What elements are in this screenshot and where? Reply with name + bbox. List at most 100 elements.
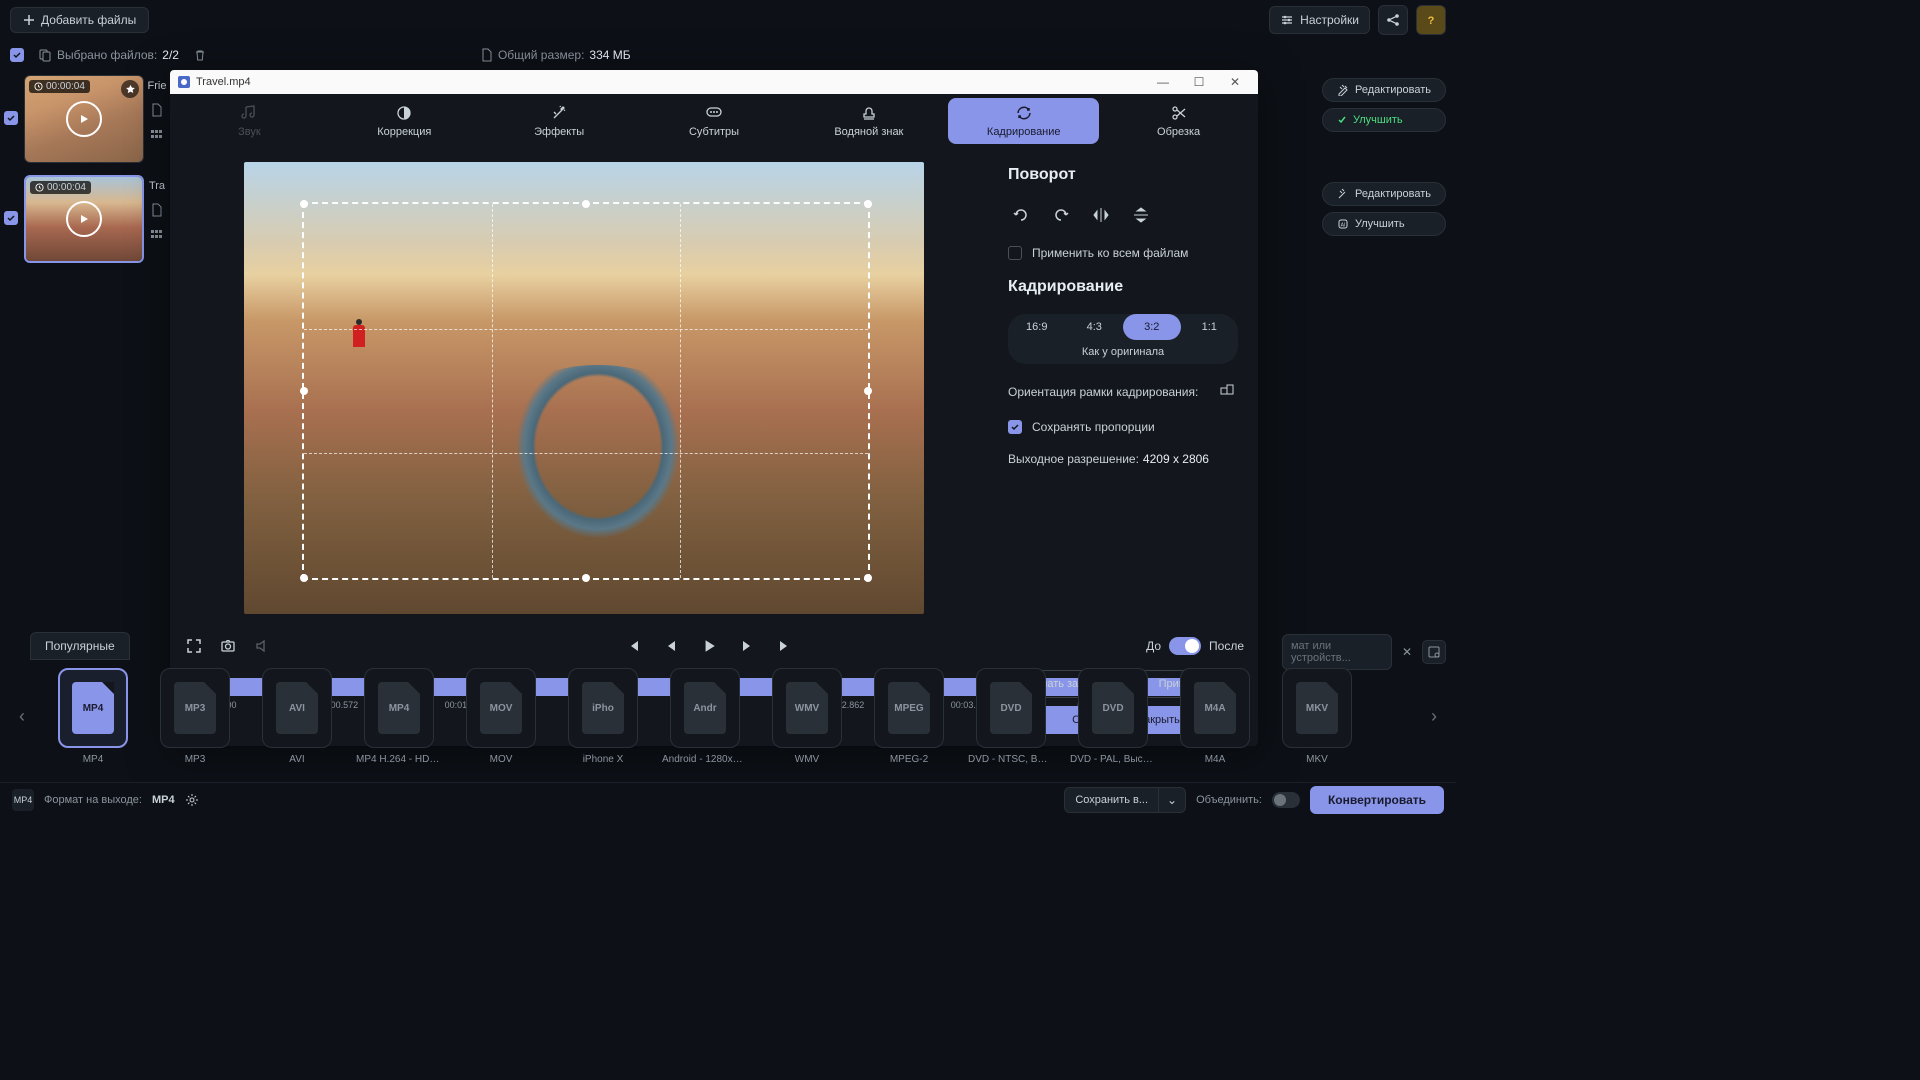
ratio-1-1[interactable]: 1:1 <box>1181 314 1239 340</box>
document-icon <box>481 48 493 62</box>
selected-files-value: 2/2 <box>162 48 179 62</box>
crop-handle-ne[interactable] <box>864 200 872 208</box>
category-popular-tab[interactable]: Популярные <box>30 632 130 660</box>
format-label: MP4 H.264 - HD 720p <box>356 754 442 765</box>
format-search-input[interactable]: мат или устройств... <box>1282 634 1392 670</box>
crop-handle-n[interactable] <box>582 200 590 208</box>
search-clear-button[interactable]: ✕ <box>1398 645 1416 659</box>
file-2-checkbox[interactable] <box>4 211 18 225</box>
file-1-checkbox[interactable] <box>4 111 18 125</box>
file-1-doc-icon[interactable] <box>150 103 164 117</box>
crop-frame[interactable] <box>302 202 870 580</box>
format-label: MOV <box>458 754 544 765</box>
ratio-original[interactable]: Как у оригинала <box>1008 340 1238 364</box>
keep-ratio-checkbox[interactable] <box>1008 420 1022 434</box>
crop-handle-nw[interactable] <box>300 200 308 208</box>
flip-horizontal-button[interactable] <box>1088 202 1114 228</box>
file-2-streams-icon[interactable] <box>150 227 164 241</box>
crop-handle-sw[interactable] <box>300 574 308 582</box>
add-files-button[interactable]: Добавить файлы <box>10 7 149 33</box>
delete-selected-button[interactable] <box>193 48 207 62</box>
wand-icon <box>550 104 568 122</box>
select-all-checkbox[interactable] <box>10 48 24 62</box>
formats-next-button[interactable]: › <box>1422 677 1446 757</box>
file-1-edit-button[interactable]: Редактировать <box>1322 78 1446 102</box>
file-2-play-button[interactable] <box>66 201 102 237</box>
ratio-3-2[interactable]: 3:2 <box>1123 314 1181 340</box>
format-item-mpeg-2[interactable]: MPEGMPEG-2 <box>866 668 952 765</box>
tab-effects[interactable]: Эффекты <box>484 98 635 144</box>
help-button[interactable]: ? <box>1416 5 1446 35</box>
share-button[interactable] <box>1378 5 1408 35</box>
tab-subtitles[interactable]: Субтитры <box>639 98 790 144</box>
format-item-mp3[interactable]: MP3MP3 <box>152 668 238 765</box>
file-1-favorite-icon[interactable] <box>121 80 139 98</box>
rotate-ccw-button[interactable] <box>1008 202 1034 228</box>
file-1-streams-icon[interactable] <box>150 127 164 141</box>
ratio-4-3[interactable]: 4:3 <box>1066 314 1124 340</box>
format-label: Android - 1280x720 <box>662 754 748 765</box>
tab-correction[interactable]: Коррекция <box>329 98 480 144</box>
format-item-dvd-ntsc-[interactable]: DVDDVD - NTSC, Высоко... <box>968 668 1054 765</box>
format-item-mov[interactable]: MOVMOV <box>458 668 544 765</box>
file-1-thumbnail[interactable]: 00:00:04 <box>24 75 144 163</box>
tab-trim[interactable]: Обрезка <box>1103 98 1254 144</box>
apply-all-label: Применить ко всем файлам <box>1032 246 1188 260</box>
crop-handle-s[interactable] <box>582 574 590 582</box>
file-2-duration: 00:00:04 <box>47 182 86 193</box>
add-files-label: Добавить файлы <box>41 13 136 27</box>
rotate-cw-button[interactable] <box>1048 202 1074 228</box>
file-2-thumbnail[interactable]: 00:00:04 <box>24 175 144 263</box>
file-1-improve-button[interactable]: Улучшить <box>1322 108 1446 132</box>
music-icon <box>240 104 258 122</box>
tab-sound[interactable]: Звук <box>174 98 325 144</box>
file-1-play-button[interactable] <box>66 101 102 137</box>
video-preview[interactable] <box>244 162 924 614</box>
format-item-m4a[interactable]: M4AM4A <box>1172 668 1258 765</box>
window-close-button[interactable]: ✕ <box>1220 75 1250 89</box>
window-minimize-button[interactable]: — <box>1148 75 1178 89</box>
merge-toggle[interactable] <box>1272 792 1300 808</box>
output-settings-button[interactable] <box>185 793 199 807</box>
format-item-iphone-x[interactable]: iPhoiPhone X <box>560 668 646 765</box>
editor-titlebar[interactable]: Travel.mp4 — ☐ ✕ <box>170 70 1258 94</box>
merge-label: Объединить: <box>1196 794 1262 806</box>
flip-vertical-button[interactable] <box>1128 202 1154 228</box>
formats-prev-button[interactable]: ‹ <box>10 677 34 757</box>
orientation-toggle-button[interactable] <box>1218 382 1238 402</box>
output-format-icon[interactable]: MP4 <box>12 789 34 811</box>
format-item-mp4-h-264-hd-720p[interactable]: MP4MP4 H.264 - HD 720p <box>356 668 442 765</box>
save-to-chevron[interactable]: ⌄ <box>1158 788 1185 812</box>
app-icon <box>178 76 190 88</box>
format-item-wmv[interactable]: WMVWMV <box>764 668 850 765</box>
settings-label: Настройки <box>1300 13 1359 27</box>
format-item-avi[interactable]: AVIAVI <box>254 668 340 765</box>
crop-title: Кадрирование <box>1008 278 1238 296</box>
save-to-dropdown[interactable]: Сохранить в... ⌄ <box>1064 787 1186 813</box>
file-2-improve-button[interactable]: AI Улучшить <box>1322 212 1446 236</box>
crop-handle-e[interactable] <box>864 387 872 395</box>
convert-button[interactable]: Конвертировать <box>1310 786 1444 814</box>
format-label: iPhone X <box>560 754 646 765</box>
svg-text:AI: AI <box>1341 223 1346 229</box>
file-2-edit-button[interactable]: Редактировать <box>1322 182 1446 206</box>
file-1-name: Frie <box>150 79 164 93</box>
format-item-mp4[interactable]: MP4MP4 <box>50 668 136 765</box>
apply-all-checkbox[interactable] <box>1008 246 1022 260</box>
tab-watermark[interactable]: Водяной знак <box>793 98 944 144</box>
ratio-16-9[interactable]: 16:9 <box>1008 314 1066 340</box>
format-item-mkv[interactable]: MKVMKV <box>1274 668 1360 765</box>
format-label: MP3 <box>152 754 238 765</box>
tab-crop[interactable]: Кадрирование <box>948 98 1099 144</box>
window-maximize-button[interactable]: ☐ <box>1184 75 1214 89</box>
crop-handle-w[interactable] <box>300 387 308 395</box>
file-2-doc-icon[interactable] <box>150 203 164 217</box>
format-item-android-1280x720[interactable]: AndrAndroid - 1280x720 <box>662 668 748 765</box>
format-item-dvd-pal-[interactable]: DVDDVD - PAL, Высокое ... <box>1070 668 1156 765</box>
output-res-value: 4209 x 2806 <box>1143 452 1209 466</box>
search-advanced-button[interactable] <box>1422 640 1446 664</box>
settings-button[interactable]: Настройки <box>1269 6 1370 34</box>
format-label: MP4 <box>50 754 136 765</box>
crop-handle-se[interactable] <box>864 574 872 582</box>
svg-text:?: ? <box>1428 15 1435 27</box>
